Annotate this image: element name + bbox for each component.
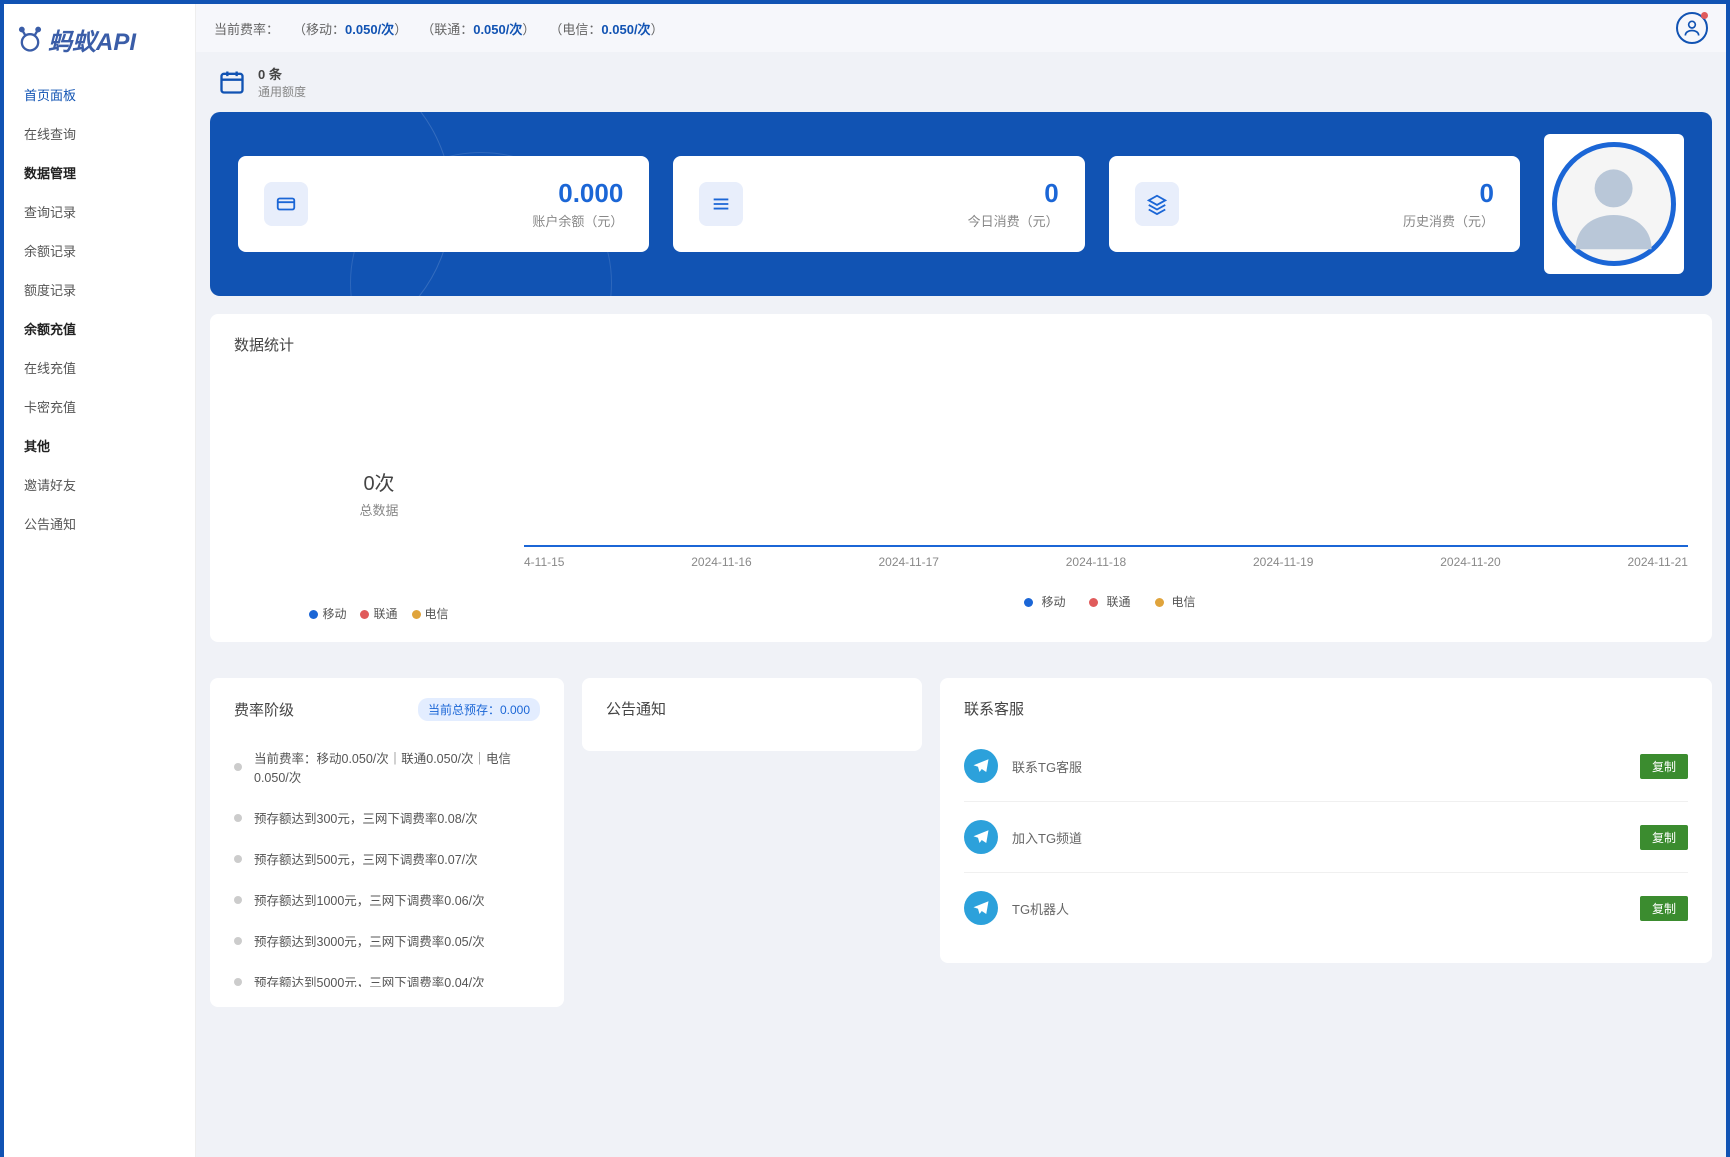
sidebar-item[interactable]: 公告通知 xyxy=(4,504,195,543)
contact-label: TG机器人 xyxy=(1012,899,1626,918)
chart-xlabel: 2024-11-20 xyxy=(1440,555,1501,569)
rate-telecom: 0.050/次 xyxy=(601,22,650,37)
sidebar-heading: 数据管理 xyxy=(4,153,195,192)
tier-item: 预存额达到3000元，三网下调费率0.05/次 xyxy=(234,920,540,961)
card-icon xyxy=(264,182,308,226)
avatar-large xyxy=(1544,134,1684,274)
copy-button[interactable]: 复制 xyxy=(1640,825,1688,850)
chart-title: 数据统计 xyxy=(234,334,1688,355)
stat-card: 0.000 账户余额（元） xyxy=(238,156,649,252)
rate-info: 当前费率： （移动：0.050/次） （联通：0.050/次） （电信：0.05… xyxy=(214,19,664,38)
rate-mobile: 0.050/次 xyxy=(345,22,394,37)
tier-item: 预存额达到5000元，三网下调费率0.04/次 xyxy=(234,961,540,987)
quota-count: 0 条 xyxy=(258,64,306,83)
stat-label: 今日消费（元） xyxy=(759,211,1058,230)
legend-item[interactable]: 联通 xyxy=(360,605,397,622)
sidebar: 蚂蚁API 首页面板在线查询数据管理查询记录余额记录额度记录余额充值在线充值卡密… xyxy=(4,4,196,1157)
tier-item: 预存额达到500元，三网下调费率0.07/次 xyxy=(234,838,540,879)
sidebar-item[interactable]: 在线充值 xyxy=(4,348,195,387)
sidebar-item[interactable]: 首页面板 xyxy=(4,75,195,114)
contact-item: TG机器人复制 xyxy=(964,873,1688,943)
sidebar-item[interactable]: 卡密充值 xyxy=(4,387,195,426)
tier-badge: 当前总预存：0.000 xyxy=(418,698,540,721)
telegram-icon xyxy=(964,749,998,783)
legend-item[interactable]: 电信 xyxy=(412,605,449,622)
contact-item: 联系TG客服复制 xyxy=(964,731,1688,802)
chart-xlabel: 4-11-15 xyxy=(524,555,564,569)
menu-icon xyxy=(699,182,743,226)
stat-value: 0 xyxy=(1195,178,1494,209)
quota-summary: 0 条 通用额度 xyxy=(210,52,1712,112)
main-content: 当前费率： （移动：0.050/次） （联通：0.050/次） （电信：0.05… xyxy=(196,4,1726,1157)
tier-item: 预存额达到300元，三网下调费率0.08/次 xyxy=(234,797,540,838)
contact-label: 联系TG客服 xyxy=(1012,757,1626,776)
rate-label: 当前费率： xyxy=(214,22,279,37)
layers-icon xyxy=(1135,182,1179,226)
support-panel: 联系客服 联系TG客服复制加入TG频道复制TG机器人复制 xyxy=(940,678,1712,963)
notice-panel: 公告通知 xyxy=(582,678,922,751)
support-title: 联系客服 xyxy=(964,698,1688,719)
user-icon xyxy=(1682,18,1702,38)
calendar-icon xyxy=(218,68,246,96)
brand-logo: 蚂蚁API xyxy=(4,4,195,75)
ant-icon xyxy=(16,26,44,54)
sidebar-item[interactable]: 余额记录 xyxy=(4,231,195,270)
contact-label: 加入TG频道 xyxy=(1012,828,1626,847)
telegram-icon xyxy=(964,820,998,854)
stat-value: 0.000 xyxy=(324,178,623,209)
chart-xlabel: 2024-11-18 xyxy=(1066,555,1127,569)
chart-panel: 数据统计 0次 总数据 移动联通电信 4-11-152024-11-162024… xyxy=(210,314,1712,642)
sidebar-heading: 余额充值 xyxy=(4,309,195,348)
copy-button[interactable]: 复制 xyxy=(1640,896,1688,921)
contact-item: 加入TG频道复制 xyxy=(964,802,1688,873)
stat-card: 0 历史消费（元） xyxy=(1109,156,1520,252)
notice-title: 公告通知 xyxy=(606,698,898,719)
stat-card: 0 今日消费（元） xyxy=(673,156,1084,252)
telegram-icon xyxy=(964,891,998,925)
chart-xlabel: 2024-11-17 xyxy=(878,555,939,569)
copy-button[interactable]: 复制 xyxy=(1640,754,1688,779)
brand-text: 蚂蚁API xyxy=(48,22,136,57)
quota-label: 通用额度 xyxy=(258,83,306,100)
user-silhouette-icon xyxy=(1568,158,1659,249)
topbar: 当前费率： （移动：0.050/次） （联通：0.050/次） （电信：0.05… xyxy=(196,4,1726,52)
legend-item[interactable]: 联通 xyxy=(1081,595,1130,609)
sidebar-item[interactable]: 额度记录 xyxy=(4,270,195,309)
legend-item[interactable]: 移动 xyxy=(1016,595,1065,609)
chart-xlabel: 2024-11-19 xyxy=(1253,555,1314,569)
tier-item: 当前费率：移动0.050/次｜联通0.050/次｜电信0.050/次 xyxy=(234,737,540,797)
sidebar-item[interactable]: 查询记录 xyxy=(4,192,195,231)
stat-label: 历史消费（元） xyxy=(1195,211,1494,230)
stat-label: 账户余额（元） xyxy=(324,211,623,230)
sidebar-heading: 其他 xyxy=(4,426,195,465)
chart-total-count: 0次 xyxy=(234,467,524,496)
rate-union: 0.050/次 xyxy=(473,22,522,37)
tier-item: 预存额达到1000元，三网下调费率0.06/次 xyxy=(234,879,540,920)
legend-item[interactable]: 移动 xyxy=(309,605,346,622)
stats-hero: 0.000 账户余额（元） 0 今日消费（元） 0 历史消费（元） xyxy=(210,112,1712,296)
sidebar-item[interactable]: 邀请好友 xyxy=(4,465,195,504)
chart-axis xyxy=(524,367,1688,547)
chart-total-label: 总数据 xyxy=(234,500,524,519)
sidebar-item[interactable]: 在线查询 xyxy=(4,114,195,153)
tier-title: 费率阶级 xyxy=(234,699,294,720)
legend-item[interactable]: 电信 xyxy=(1147,595,1196,609)
tier-panel: 费率阶级 当前总预存：0.000 当前费率：移动0.050/次｜联通0.050/… xyxy=(210,678,564,1007)
chart-xlabel: 2024-11-16 xyxy=(691,555,752,569)
stat-value: 0 xyxy=(759,178,1058,209)
chart-xlabel: 2024-11-21 xyxy=(1627,555,1688,569)
user-avatar-button[interactable] xyxy=(1676,12,1708,44)
